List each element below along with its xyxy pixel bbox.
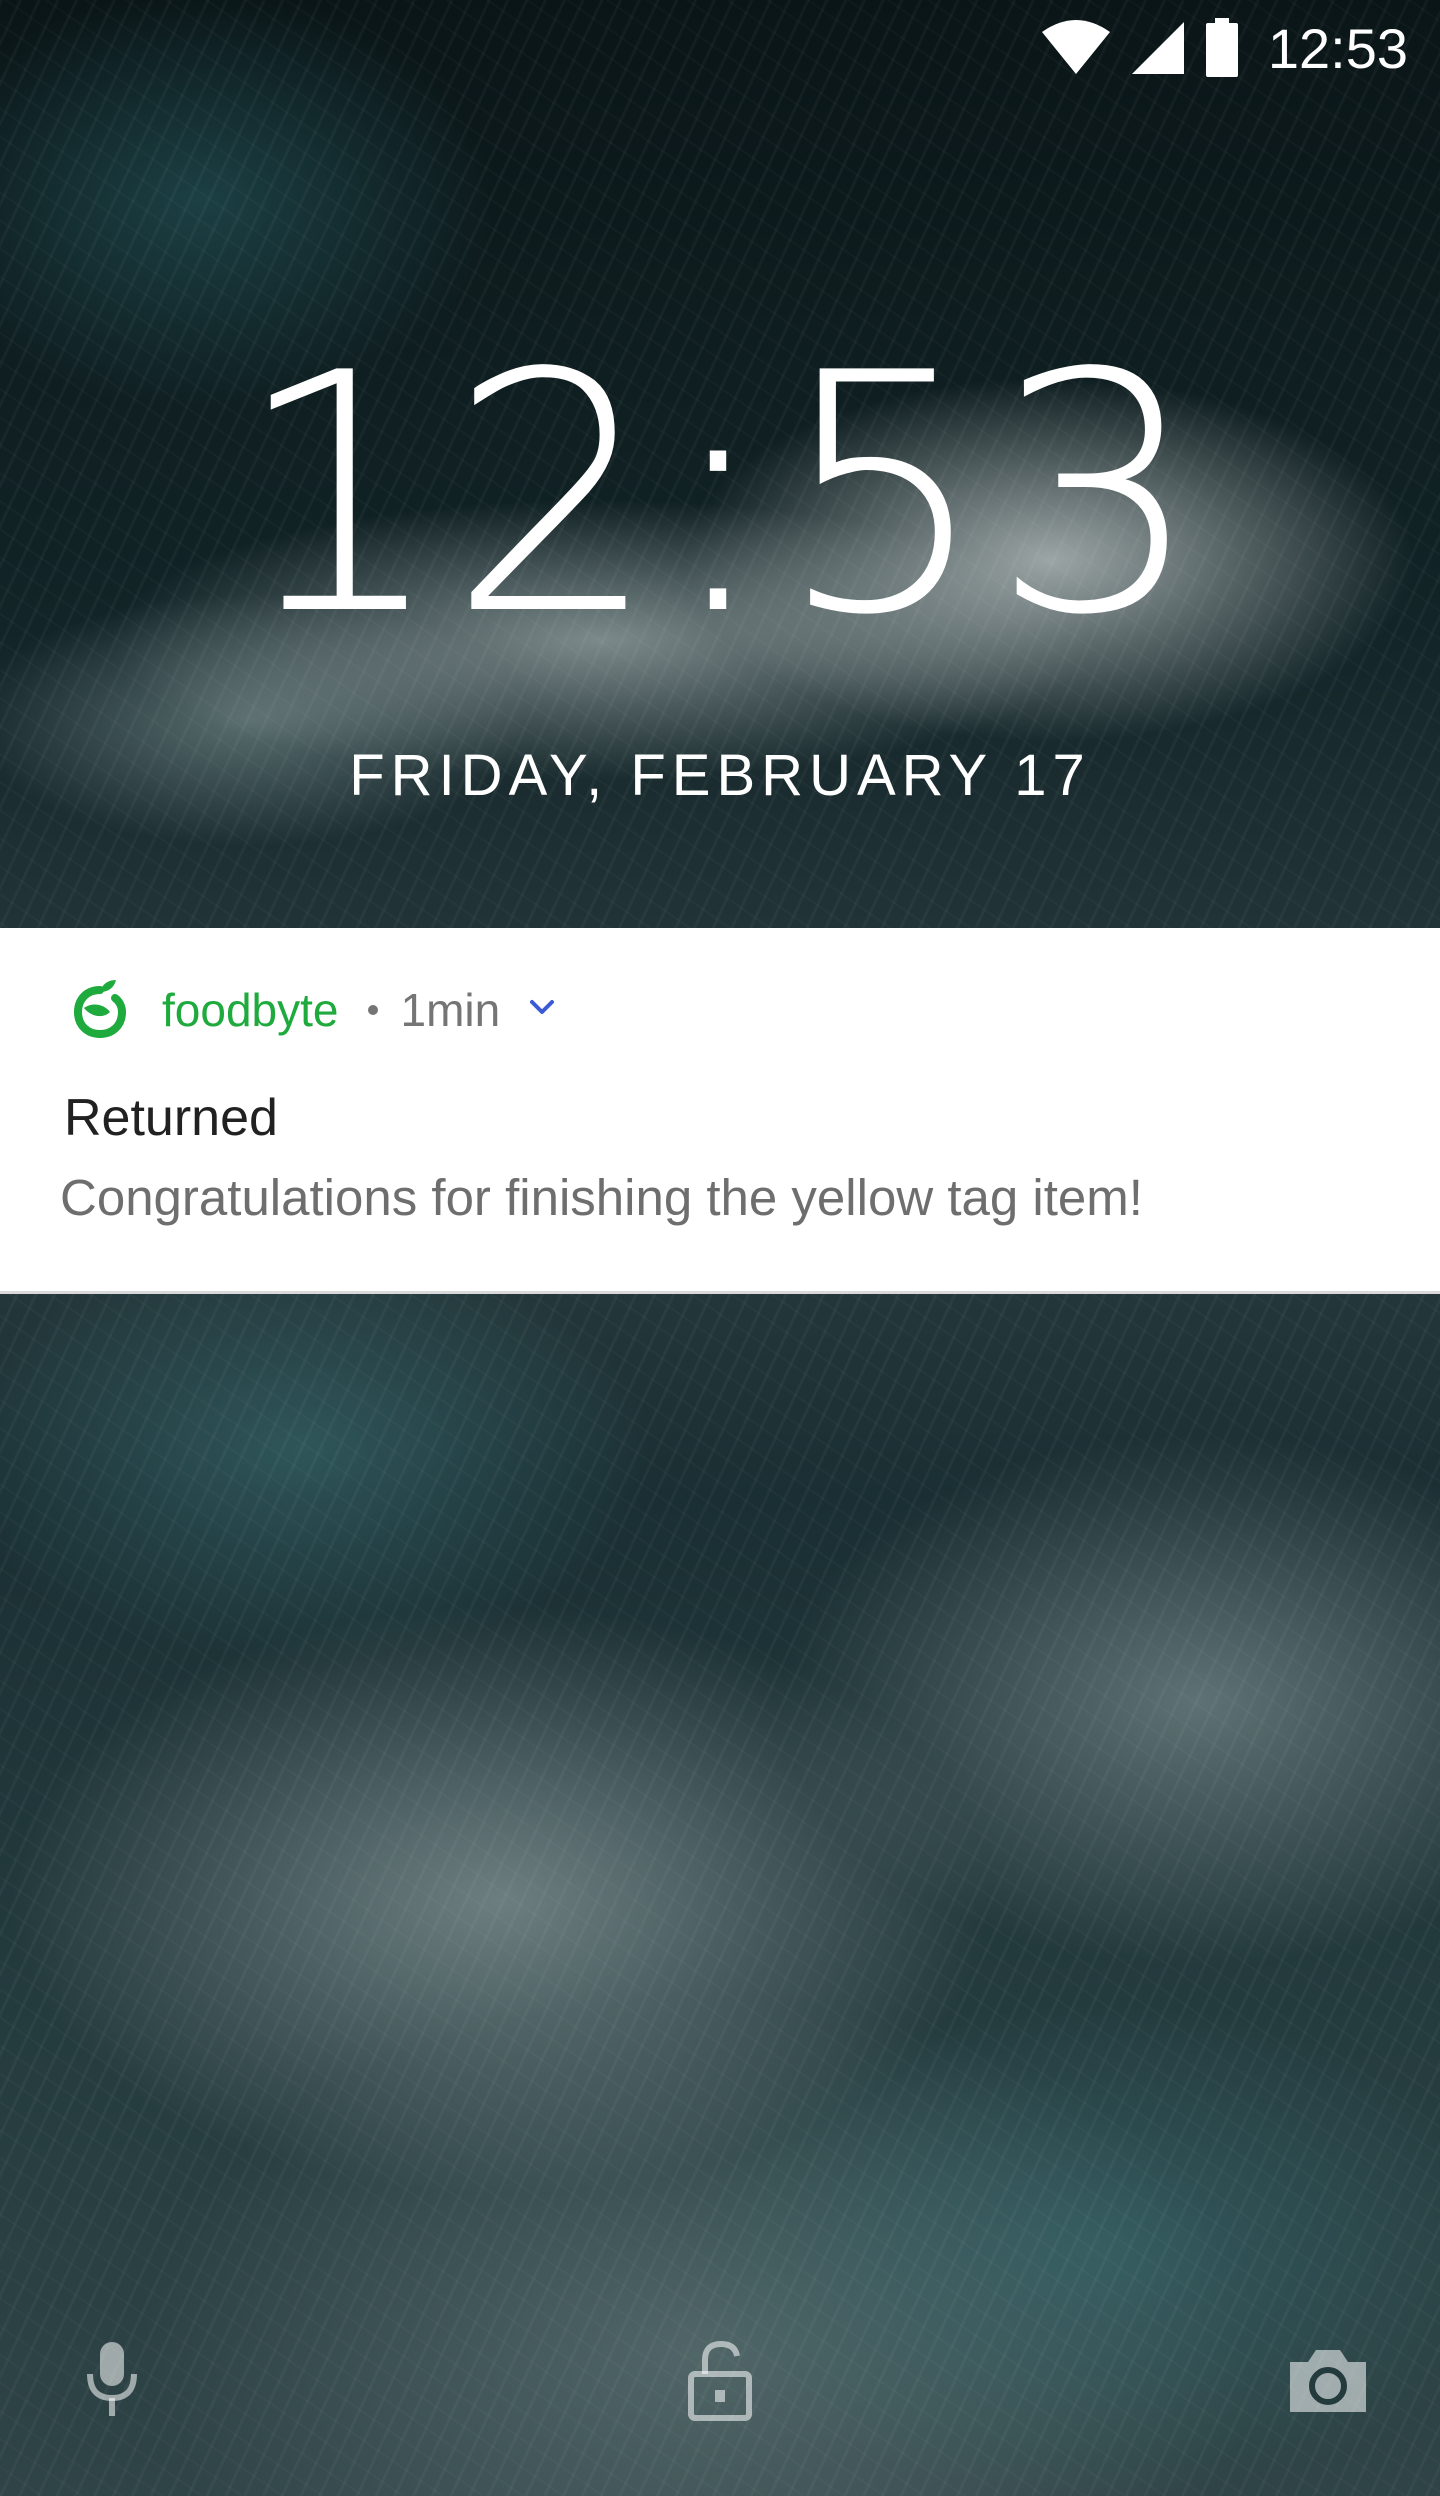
status-bar: 12:53 bbox=[1040, 0, 1440, 96]
notification-body: Congratulations for finishing the yellow… bbox=[60, 1169, 1143, 1226]
lockscreen-date: FRIDAY, FEBRUARY 17 bbox=[349, 743, 1091, 808]
lock-icon[interactable] bbox=[670, 2330, 770, 2430]
notification-time: 1min bbox=[400, 984, 501, 1036]
notification-app-name: foodbyte bbox=[162, 984, 339, 1036]
lockscreen: 12:53 12:53 FRIDAY, FEBRUARY 17 foodbyte… bbox=[0, 0, 1440, 2496]
mic-icon[interactable] bbox=[62, 2330, 162, 2430]
wifi-icon bbox=[1040, 20, 1112, 76]
cell-signal-icon bbox=[1130, 20, 1186, 76]
notification-header: foodbyte 1min bbox=[70, 978, 562, 1042]
foodbyte-app-icon bbox=[70, 978, 130, 1043]
notification-title: Returned bbox=[64, 1089, 278, 1147]
status-time: 12:53 bbox=[1267, 16, 1408, 80]
separator-dot bbox=[368, 1005, 379, 1015]
notification-card[interactable]: foodbyte 1min Returned Congratulations f… bbox=[0, 928, 1440, 1294]
camera-icon[interactable] bbox=[1278, 2330, 1378, 2430]
chevron-down-icon[interactable] bbox=[500, 988, 562, 1033]
lockscreen-clock: 12:53 bbox=[234, 303, 1206, 687]
battery-icon bbox=[1204, 18, 1240, 78]
